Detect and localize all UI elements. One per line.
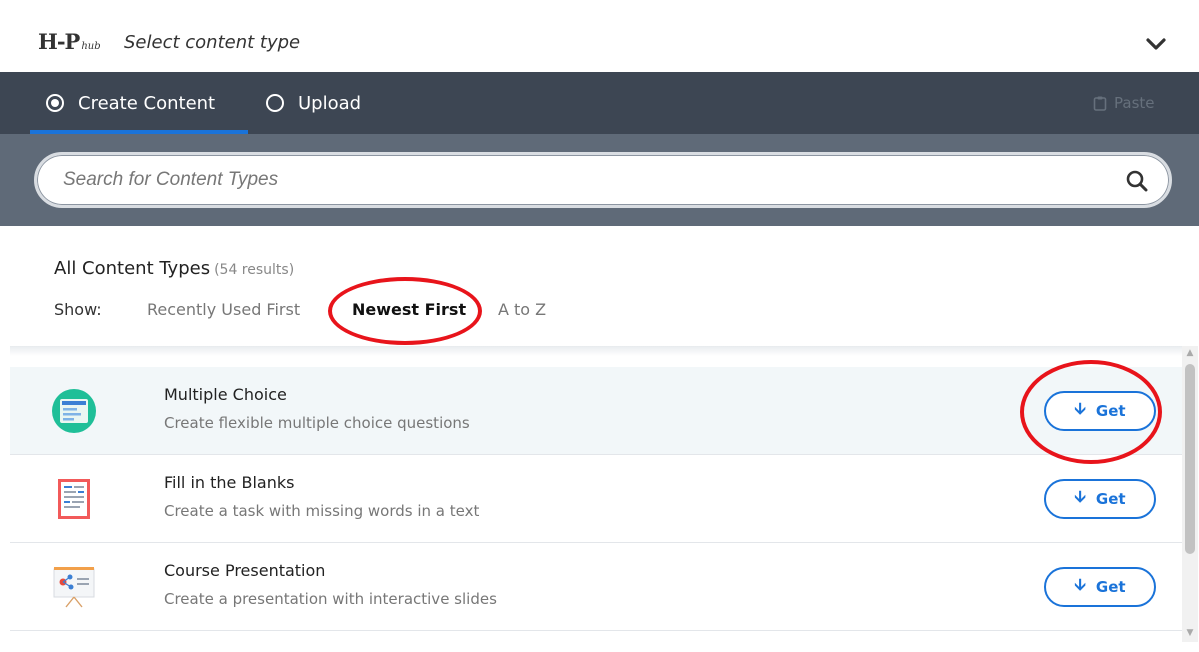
hub-title: Select content type	[124, 32, 301, 53]
results-count: (54 results)	[214, 262, 295, 278]
list-item-fill-in-the-blanks[interactable]: Fill in the Blanks Create a task with mi…	[10, 455, 1182, 543]
content-type-list[interactable]: Multiple Choice Create flexible multiple…	[10, 346, 1182, 642]
get-course-presentation-button[interactable]: 🡫 Get	[1044, 567, 1156, 607]
sort-newest-first[interactable]: Newest First	[352, 298, 466, 322]
scroll-up-arrow-icon[interactable]: ▲	[1184, 348, 1196, 358]
results-heading: All Content Types (54 results)	[54, 258, 294, 281]
results-title: All Content Types	[54, 258, 211, 279]
tab-bar: Create Content Upload Paste	[0, 72, 1199, 134]
course-presentation-icon	[53, 567, 95, 608]
paste-label: Paste	[1114, 94, 1155, 112]
item-description: Create a presentation with interactive s…	[164, 590, 497, 608]
show-label: Show:	[54, 300, 102, 319]
list-scrollbar[interactable]: ▲ ▼	[1182, 346, 1198, 642]
get-button-label: Get	[1095, 578, 1126, 596]
list-item-course-presentation[interactable]: Course Presentation Create a presentatio…	[10, 543, 1182, 631]
radio-unchecked-icon	[266, 94, 284, 112]
get-button-label: Get	[1095, 490, 1126, 508]
search-input[interactable]	[63, 165, 1103, 195]
scrollbar-thumb[interactable]	[1185, 364, 1195, 554]
list-item-multiple-choice[interactable]: Multiple Choice Create flexible multiple…	[10, 367, 1182, 455]
get-button-label: Get	[1095, 402, 1126, 420]
tab-create-content[interactable]: Create Content	[46, 72, 215, 134]
get-multiple-choice-button[interactable]: 🡫 Get	[1044, 391, 1156, 431]
item-title: Multiple Choice	[164, 385, 287, 404]
paste-button[interactable]: Paste	[1092, 72, 1155, 134]
sort-recently-used-first[interactable]: Recently Used First	[147, 298, 300, 322]
download-arrow-icon: 🡫	[1074, 486, 1086, 506]
search-box	[34, 152, 1172, 208]
h5p-hub-logo: H-P hub	[38, 30, 101, 59]
fill-in-the-blanks-icon	[58, 479, 90, 519]
get-fill-in-the-blanks-button[interactable]: 🡫 Get	[1044, 479, 1156, 519]
download-arrow-icon: 🡫	[1074, 398, 1086, 418]
clipboard-icon	[1093, 96, 1107, 111]
item-title: Fill in the Blanks	[164, 473, 295, 492]
item-description: Create a task with missing words in a te…	[164, 502, 480, 520]
scroll-down-arrow-icon[interactable]: ▼	[1184, 628, 1196, 638]
hub-header[interactable]: H-P hub Select content type	[0, 0, 1199, 72]
logo-main: H-P	[38, 29, 80, 54]
tab-upload[interactable]: Upload	[266, 72, 361, 134]
logo-sub: hub	[81, 41, 101, 52]
item-description: Create flexible multiple choice question…	[164, 414, 470, 432]
search-icon[interactable]	[1124, 168, 1150, 194]
tab-create-label: Create Content	[78, 92, 216, 114]
multiple-choice-icon	[52, 389, 96, 433]
tab-upload-label: Upload	[298, 92, 362, 114]
sort-a-to-z[interactable]: A to Z	[498, 298, 546, 322]
chevron-down-icon[interactable]	[1142, 30, 1170, 58]
search-band	[0, 134, 1199, 226]
item-title: Course Presentation	[164, 561, 326, 580]
download-arrow-icon: 🡫	[1074, 574, 1086, 594]
radio-checked-icon	[46, 94, 64, 112]
